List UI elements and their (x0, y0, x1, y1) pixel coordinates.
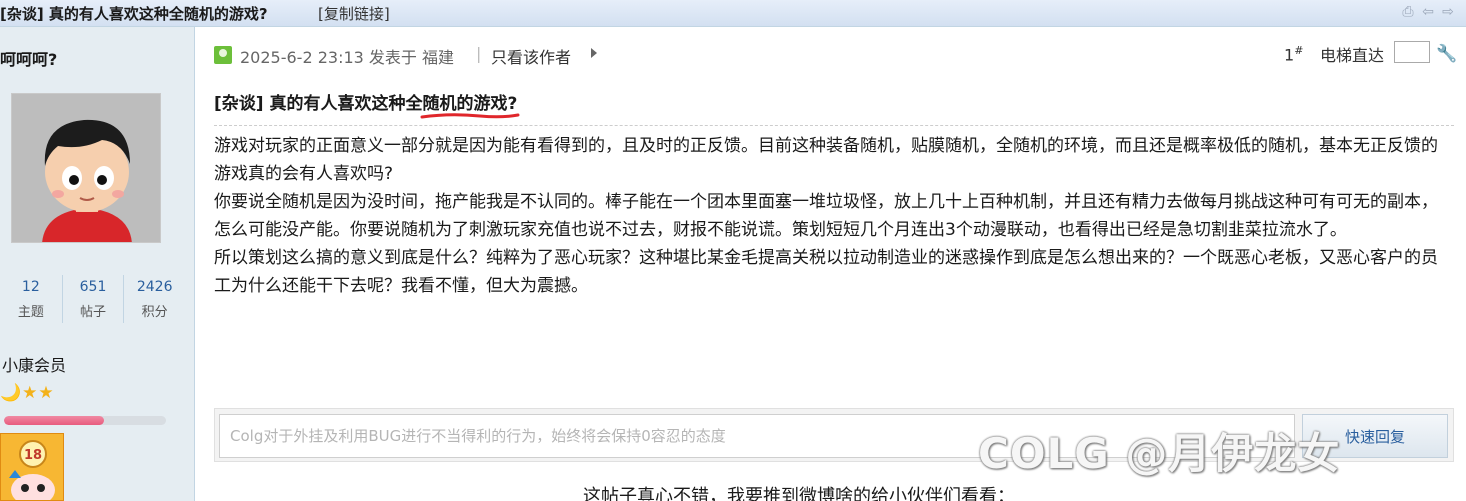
post-paragraph: 你要说全随机是因为没时间，拖产能我是不认同的。棒子能在一个团本里面塞一堆垃圾怪，… (214, 192, 1438, 240)
level-progress-fill (4, 416, 105, 425)
copy-link[interactable]: [复制链接] (318, 3, 390, 24)
print-icon[interactable]: ⎙ (1400, 4, 1416, 20)
thread-title-bar: [杂谈] 真的有人喜欢这种全随机的游戏? [复制链接] ⎙ ⇦ ⇨ (0, 0, 1466, 27)
stat-points[interactable]: 2426 积分 (123, 275, 185, 323)
medal-number: 18 (24, 448, 42, 463)
watermark: COLG @月伊龙女 (978, 429, 1341, 478)
post-paragraph: 游戏对玩家的正面意义一部分就是因为能有看得到的，且及时的正反馈。目前这种装备随机… (214, 136, 1438, 184)
stat-points-value[interactable]: 2426 (124, 277, 185, 297)
highlight-underline (420, 113, 520, 119)
user-stats: 12 主题 651 帖子 2426 积分 (0, 275, 185, 323)
prev-icon[interactable]: ⇦ (1420, 4, 1436, 20)
title-tools: ⎙ ⇦ ⇨ (1400, 4, 1456, 20)
elevator-label: 电梯直达 (1320, 46, 1385, 65)
post-title: [杂谈] 真的有人喜欢这种全随机的游戏? (214, 94, 518, 114)
post-paragraph: 所以策划这么搞的意义到底是什么？纯粹为了恶心玩家？这种堪比某金毛提高关税以拉动制… (214, 248, 1438, 296)
view-author-only-link[interactable]: 只看该作者 (491, 44, 571, 68)
floor-value: 1 (1284, 45, 1295, 65)
username[interactable]: 呵呵呵? (0, 46, 57, 70)
stat-points-label: 积分 (141, 305, 168, 320)
user-sidebar: 呵呵呵? 12 主题 651 帖子 2426 积分 小康会员 🌙★★ 18 (0, 27, 195, 501)
stat-posts-label: 帖子 (79, 305, 106, 320)
triangle-right-icon (591, 48, 597, 58)
rank-stars-icon: 🌙★★ (0, 383, 55, 403)
meta-separator: | (476, 44, 482, 63)
next-icon[interactable]: ⇨ (1440, 4, 1456, 20)
stat-threads-value[interactable]: 12 (0, 277, 62, 297)
post-meta: 2025-6-2 23:13 发表于 福建 | 只看该作者 (214, 40, 1454, 70)
stat-threads-label: 主题 (17, 305, 44, 320)
user-group[interactable]: 小康会员 (2, 352, 66, 376)
wrench-icon[interactable]: 🔧 (1436, 44, 1457, 64)
stat-threads[interactable]: 12 主题 (0, 275, 62, 323)
online-status-icon (214, 46, 232, 64)
post-body: 游戏对玩家的正面意义一部分就是因为能有看得到的，且及时的正反馈。目前这种装备随机… (214, 132, 1446, 300)
title-divider (214, 125, 1454, 126)
level-progress-bar (4, 416, 166, 425)
floor-mark: # (1294, 44, 1304, 57)
stat-posts-value[interactable]: 651 (63, 277, 124, 297)
post-date: 2025-6-2 23:13 发表于 福建 (240, 48, 454, 67)
avatar[interactable] (11, 93, 161, 243)
floor-number: 1# (1284, 44, 1303, 64)
share-prompt: 这帖子真心不错，我要推到微博啥的给小伙伴们看看： (583, 486, 1015, 501)
elevator-input[interactable] (1394, 41, 1430, 63)
thread-title: [杂谈] 真的有人喜欢这种全随机的游戏? (0, 5, 268, 23)
medal-icon[interactable]: 18 (0, 433, 64, 501)
stat-posts[interactable]: 651 帖子 (61, 275, 124, 323)
